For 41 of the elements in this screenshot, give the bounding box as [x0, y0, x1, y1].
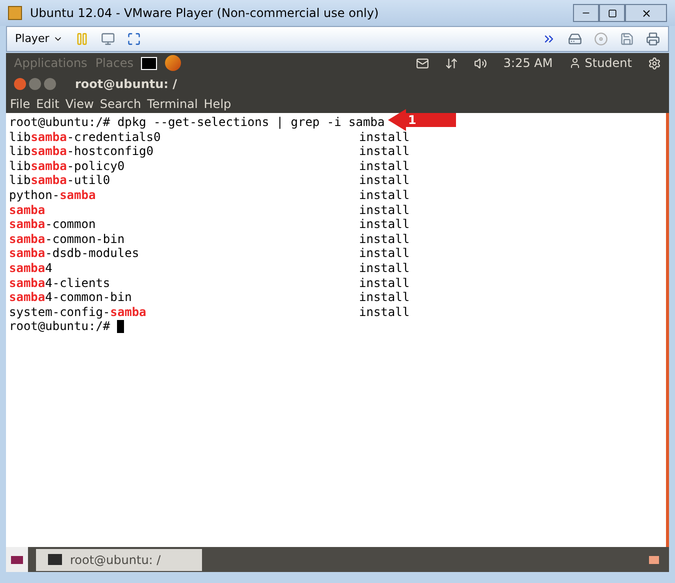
package-status: install	[359, 246, 410, 261]
package-name: libsamba-hostconfig0	[9, 144, 154, 158]
package-status: install	[359, 232, 410, 246]
package-status: install	[359, 290, 410, 305]
menu-item[interactable]: Terminal	[147, 95, 198, 113]
clock[interactable]: 3:25 AM	[503, 54, 553, 72]
command-line: root@ubuntu:/# dpkg --get-selections | grep -i samba	[9, 115, 385, 130]
package-name: libsamba-util0	[9, 173, 110, 188]
user-name[interactable]: Student	[584, 54, 632, 72]
package-status: install	[359, 188, 410, 203]
package-name: samba4-clients	[9, 276, 110, 290]
package-status: install	[359, 202, 410, 218]
window-title: Ubuntu 12.04 - VMware Player (Non-commercial use only)	[30, 5, 379, 22]
package-name: samba4-common-bin	[9, 290, 132, 304]
package-status: install	[359, 144, 410, 159]
package-status: install	[359, 130, 410, 144]
package-status: install	[359, 217, 410, 232]
menu-item[interactable]: Edit	[36, 95, 60, 113]
player-menu[interactable]: Player	[15, 30, 64, 48]
package-status: install	[359, 260, 410, 276]
package-name: samba-common	[9, 217, 96, 232]
package-status: install	[359, 276, 410, 290]
terminal-title: root@ubuntu: /	[75, 76, 177, 93]
package-name: python-samba	[9, 188, 96, 202]
package-name: libsamba-policy0	[9, 158, 125, 173]
menu-item[interactable]: View	[65, 95, 94, 113]
package-name: system-config-samba	[9, 304, 146, 319]
menu-item[interactable]: Help	[204, 95, 232, 113]
package-status: install	[359, 173, 410, 188]
package-status: install	[359, 158, 410, 174]
menu-item[interactable]: Search	[100, 95, 142, 113]
package-name: samba-dsdb-modules	[9, 246, 140, 260]
menu-item[interactable]: File	[10, 95, 30, 113]
callout-arrow: 1	[388, 109, 456, 131]
taskbar-item[interactable]: root@ubuntu: /	[36, 548, 202, 570]
package-name: samba-common-bin	[9, 232, 125, 246]
package-name: libsamba-credentials0	[9, 130, 161, 144]
package-name: samba	[9, 202, 46, 217]
package-name: samba4	[9, 260, 52, 275]
package-status: install	[359, 304, 410, 320]
prompt: root@ubuntu:/#	[9, 319, 110, 334]
